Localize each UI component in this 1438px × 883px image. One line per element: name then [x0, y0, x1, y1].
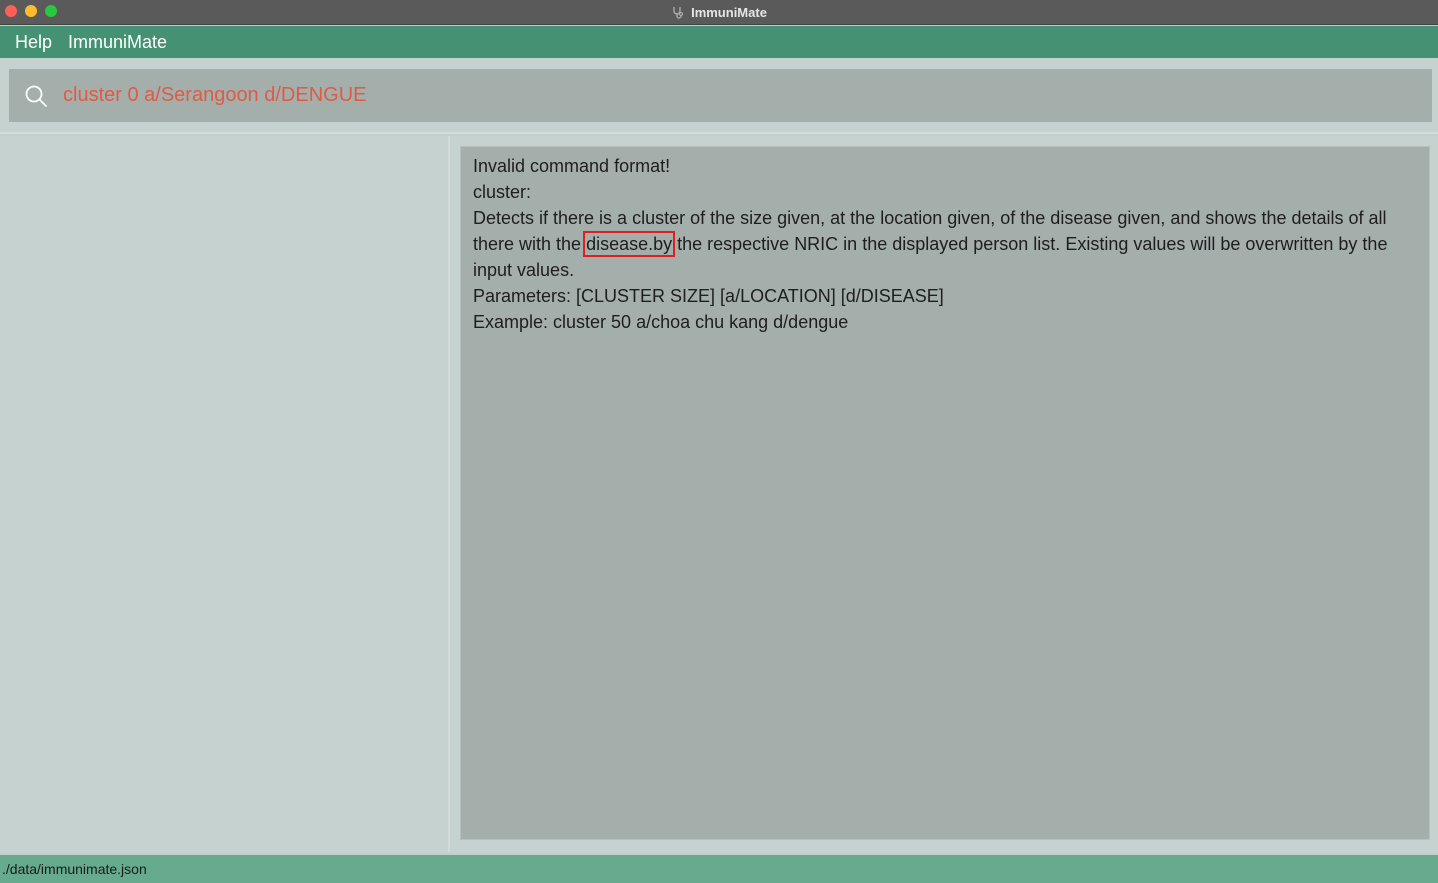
- window-title-group: ImmuniMate: [0, 0, 1438, 25]
- menu-help[interactable]: Help: [0, 32, 62, 53]
- menu-bar: Help ImmuniMate: [0, 26, 1438, 58]
- highlighted-typo: disease.by: [583, 231, 676, 257]
- stethoscope-icon: [673, 6, 684, 19]
- status-bar: ./data/immunimate.json: [0, 855, 1438, 883]
- result-parameters: Parameters: [CLUSTER SIZE] [a/LOCATION] …: [473, 286, 944, 306]
- menu-immunimate[interactable]: ImmuniMate: [62, 32, 177, 53]
- result-example: Example: cluster 50 a/choa chu kang d/de…: [473, 312, 849, 332]
- status-file-path: ./data/immunimate.json: [2, 861, 147, 877]
- command-area: [0, 58, 1438, 134]
- result-display[interactable]: Invalid command format! cluster: Detects…: [460, 146, 1430, 840]
- result-command-line: cluster:: [473, 182, 532, 202]
- search-icon: [9, 69, 63, 122]
- result-error-line: Invalid command format!: [473, 156, 671, 176]
- result-panel: Invalid command format! cluster: Detects…: [450, 136, 1438, 852]
- result-description: Detects if there is a cluster of the siz…: [473, 205, 1417, 283]
- command-input[interactable]: [63, 75, 1413, 116]
- command-box: [9, 69, 1432, 122]
- title-bar: ImmuniMate: [0, 0, 1438, 25]
- window-title: ImmuniMate: [691, 5, 767, 20]
- person-list-panel[interactable]: [0, 136, 448, 852]
